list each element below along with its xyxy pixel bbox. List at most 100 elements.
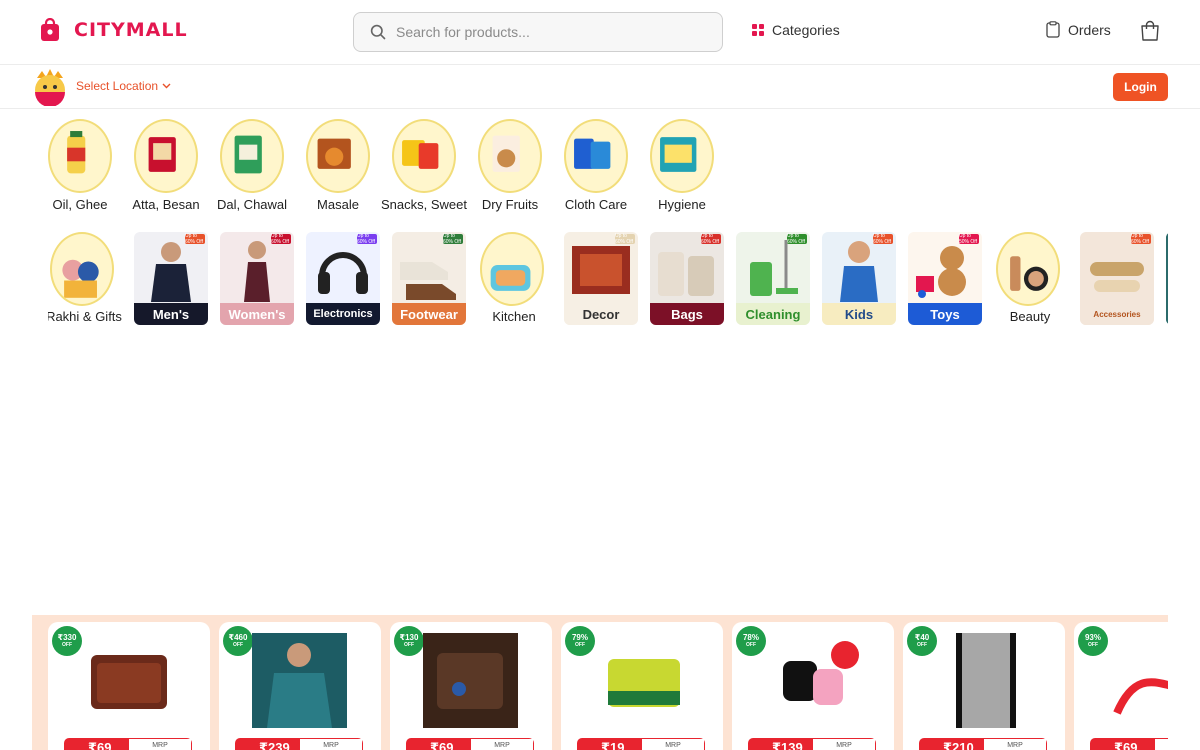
deal-card[interactable]: ₹460 OFF ₹239 MRP [219,622,381,750]
deals-strip: ₹330 OFF ₹69 MRP ₹460 OFF ₹239 MRP ₹130 … [32,615,1168,750]
shop-category-tile[interactable]: Up to 60% Off Cleaning [736,232,810,325]
deal-card[interactable]: 78% OFF ₹139 MRP [732,622,894,750]
category-label: Toys [908,303,982,325]
price-bar: ₹210 MRP [919,738,1047,750]
scrub-sponge-icon [608,659,680,707]
more-icon [1166,232,1168,325]
leather-wallet-icon [423,633,518,728]
category-item[interactable]: Dry Fruits [478,119,542,212]
dry-fruits-icon [492,135,520,172]
shop-category-tile[interactable]: Up to 60% Off Accessories [1080,232,1154,325]
shop-category-tile[interactable]: Up to 60% Off Electronics [306,232,380,325]
category-image [564,119,628,193]
discount-off-label: OFF [62,642,72,648]
category-label: Snacks, Sweet [381,197,467,212]
search-input[interactable] [396,24,696,40]
deal-card[interactable]: ₹330 OFF ₹69 MRP [48,622,210,750]
oil-bottle-icon [67,131,86,174]
sweater-icon [252,633,347,728]
category-label: Kitchen [492,309,536,324]
category-label: Electronics [306,303,380,325]
smartwatch-icon [783,641,859,705]
deal-card[interactable]: ₹130 OFF ₹69 MRP [390,622,552,750]
discount-badge: 78% OFF [736,626,766,656]
category-label: Women's [220,303,294,325]
category-item[interactable]: Snacks, Sweet [381,119,467,212]
clipboard-icon [1046,21,1060,38]
discount-badge: Up to 60% Off [357,233,377,245]
shop-category-tile[interactable]: Rakhi & Gifts [48,232,122,325]
discount-badge: ₹130 OFF [394,626,424,656]
cart-icon[interactable] [1140,20,1160,42]
select-location-button[interactable]: Select Location [76,79,171,93]
category-item[interactable]: Atta, Besan [132,119,200,212]
shop-category-tile[interactable] [1166,232,1168,325]
orders-label: Orders [1068,21,1111,38]
category-image [480,232,544,306]
price-bar: ₹69 MRP [406,738,534,750]
discount-badge: ₹330 OFF [52,626,82,656]
category-item[interactable]: Masale [306,119,370,212]
shop-category-tile[interactable]: Up to 60% Off Men's [134,232,208,325]
discount-badge: Up to 60% Off [1131,233,1151,245]
shop-category-tile[interactable]: Beauty [994,232,1068,325]
shop-category-tile[interactable]: Up to 50% Off Toys [908,232,982,325]
snack-pack-icon [402,140,439,169]
category-image [392,119,456,193]
discount-value: 79% [571,633,588,642]
detergent-icon [574,138,611,169]
select-location-label: Select Location [76,79,159,93]
category-image [996,232,1060,306]
lace-fabric-icon [956,633,1016,728]
deal-price: ₹239 [235,738,300,750]
category-item[interactable]: Hygiene [650,119,714,212]
category-label: Dry Fruits [481,197,539,212]
category-label: Footwear [392,303,466,325]
deal-price: ₹19 [577,738,642,750]
discount-value: ₹460 [228,633,248,642]
discount-off-label: OFF [233,642,243,648]
shop-category-tile[interactable]: Up to 60% Off Kids [822,232,896,325]
discount-value: ₹40 [914,633,930,642]
hygiene-pack-icon [660,137,697,172]
shop-category-tile[interactable]: Up to 60% Off Decor [564,232,638,325]
category-item[interactable]: Oil, Ghee [48,119,112,212]
price-bar: ₹239 MRP [235,738,363,750]
discount-badge: Up to 60% Off [787,233,807,245]
search-box[interactable] [353,12,723,52]
mrp-label: MRP [471,738,534,750]
deal-card[interactable]: 93% OFF ₹69 MRP [1074,622,1168,750]
discount-off-label: OFF [575,642,585,648]
category-image [478,119,542,193]
lunchbox-icon [490,264,531,291]
category-item[interactable]: Cloth Care [564,119,628,212]
category-label: Oil, Ghee [52,197,108,212]
discount-badge: 93% OFF [1078,626,1108,656]
login-button[interactable]: Login [1113,73,1168,101]
category-label: Atta, Besan [132,197,200,212]
discount-badge: Up to 60% Off [185,233,205,245]
category-label: Cloth Care [564,197,628,212]
category-label: Men's [134,303,208,325]
mrp-label: MRP [129,738,192,750]
shop-category-tile[interactable]: Kitchen [478,232,552,325]
brand-logo[interactable]: CITYMALL [40,18,188,42]
deal-price: ₹69 [406,738,471,750]
discount-badge: Up to 60% Off [615,233,635,245]
top-header: CITYMALL Categories Orders [0,0,1200,65]
shopping-bag-logo-icon [41,18,59,41]
wallet-icon [91,655,167,709]
orders-button[interactable]: Orders [1046,21,1111,38]
shop-category-tile[interactable]: Up to 60% Off Footwear [392,232,466,325]
categories-button[interactable]: Categories [752,22,840,38]
discount-badge: ₹460 OFF [223,626,253,656]
shop-category-tile[interactable]: Up to 60% Off Women's [220,232,294,325]
shop-category-tile[interactable]: Up to 60% Off Bags [650,232,724,325]
categories-label: Categories [772,22,840,38]
deal-card[interactable]: 79% OFF ₹19 MRP [561,622,723,750]
category-label: Dal, Chawal [216,197,288,212]
deal-card[interactable]: ₹40 OFF ₹210 MRP [903,622,1065,750]
category-item[interactable]: Dal, Chawal [216,119,288,212]
category-label: Bags [650,303,724,325]
discount-off-label: OFF [1088,642,1098,648]
